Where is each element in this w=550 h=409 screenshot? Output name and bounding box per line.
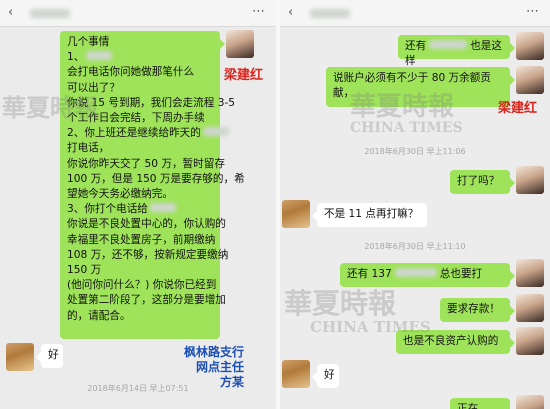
message-bubble-7[interactable]: 也是不良资产认购的 [396, 330, 515, 354]
receiver-avatar[interactable] [6, 343, 34, 371]
message-line: 打电话， [67, 142, 110, 155]
sender-avatar[interactable] [516, 294, 544, 322]
branch-label-line: 枫林路支行 [184, 345, 245, 359]
reply-bubble[interactable]: 好 [36, 344, 63, 368]
message-line: 个工作日会完结，下周办手续 [67, 112, 205, 125]
message-bubble-8[interactable]: 好 [312, 364, 339, 388]
message-bubble-3[interactable]: 打了吗？ [450, 170, 515, 194]
contact-name-redacted [30, 9, 70, 18]
sender-avatar[interactable] [516, 32, 544, 60]
name-label: 梁建红 [224, 68, 264, 83]
sender-avatar[interactable] [226, 30, 254, 58]
watermark-en: CHINA TIMES [350, 120, 463, 136]
message-text-3: 打了吗？ [457, 175, 500, 187]
contact-name-redacted [310, 9, 350, 18]
name-label: 梁建红 [498, 101, 538, 116]
message-line: 150 万 [67, 264, 102, 277]
message-bubble-2[interactable]: 说账户必须有不少于 80 万余额贡献， [326, 67, 515, 107]
chat-panel-right: ‹ ⋯ 还有 也是这样 说账户必须有不少于 80 万余额贡献， 梁建红 2018年… [280, 0, 550, 409]
message-line: 你说你昨天交了 50 万，暂时留存 [67, 157, 225, 170]
sender-avatar[interactable] [516, 166, 544, 194]
message-text-4: 不是 11 点再打嘛？ [324, 208, 419, 220]
sender-avatar[interactable] [516, 327, 544, 355]
message-line: 望她今天务必缴纳完。 [67, 188, 173, 201]
message-bubble-5[interactable]: 还有 137 总也要打 [340, 263, 515, 287]
message-bubble-9[interactable]: 正在 [450, 398, 510, 409]
watermark-cn-2: 華夏時報 [284, 287, 397, 320]
redacted-text [429, 40, 468, 49]
message-line: 1、 [67, 50, 213, 65]
branch-label-line: 网点主任 [196, 360, 245, 374]
message-line: 会打电话你问她做那笔什么 [67, 66, 195, 79]
message-text-7: 也是不良资产认购的 [403, 335, 499, 347]
redacted-text [394, 268, 437, 277]
sender-avatar[interactable] [516, 66, 544, 94]
message-line: 2、你上班还是继续给昨天的 [67, 126, 229, 141]
message-text-8: 好 [324, 369, 335, 381]
message-line: 你说是不良处置中心的，你认购的 [67, 218, 226, 231]
message-line: 你说 15 号到期，我们会走流程 3-5 [67, 96, 236, 109]
timestamp-2: 2018年6月30日 早上11:10 [364, 242, 466, 251]
more-icon[interactable]: ⋯ [252, 4, 265, 19]
message-bubble-6[interactable]: 要求存款！ [440, 298, 515, 322]
message-line: (他问你问什么？) 你说你已经到 [67, 279, 217, 292]
message-bubble-1[interactable]: 还有 也是这样 [398, 35, 515, 67]
more-icon[interactable]: ⋯ [526, 4, 539, 19]
back-icon[interactable]: ‹ [8, 5, 13, 20]
message-text-5-suffix: 总也要打 [439, 268, 483, 280]
message-line: 幸福里不良处置房子，前期缴纳 [67, 233, 216, 246]
message-bubble-4[interactable]: 不是 11 点再打嘛？ [312, 203, 427, 227]
back-icon[interactable]: ‹ [288, 5, 293, 20]
redacted-text [86, 51, 113, 61]
timestamp-1: 2018年6月30日 早上11:06 [364, 147, 466, 156]
receiver-avatar[interactable] [282, 360, 310, 388]
receiver-avatar[interactable] [282, 200, 310, 228]
message-text-9: 正在 [457, 403, 479, 409]
message-line: 的，请配合。 [67, 309, 131, 322]
message-text-1: 还有 [405, 40, 427, 52]
message-text-6: 要求存款！ [447, 303, 500, 315]
sender-avatar[interactable] [516, 395, 544, 409]
redacted-text [202, 127, 229, 137]
message-main-text: 几个事情 1、 会打电话你问她做那笔什么 可以出了？ 你说 15 号到期，我们会走流程 … [67, 35, 245, 324]
message-text-5: 还有 137 [347, 268, 392, 280]
timestamp: 2018年6月14日 早上07:51 [87, 384, 189, 393]
message-line: 处置第二阶段了，这部分是要增加 [67, 294, 226, 307]
reply-text: 好 [48, 349, 59, 361]
sender-avatar[interactable] [516, 259, 544, 287]
message-line: 3、你打个电话给 [67, 202, 213, 217]
message-line: 几个事情 [67, 36, 110, 48]
message-line: 可以出了？ [67, 81, 120, 94]
message-line: 108 万，还不够，按新规定要缴纳 [67, 248, 229, 261]
chat-header-left: ‹ ⋯ [0, 0, 276, 27]
message-text-2: 说账户必须有不少于 80 万余额贡献， [333, 72, 491, 100]
message-line: 100 万，但是 150 万是要存够的，希 [67, 172, 245, 185]
redacted-text [149, 203, 176, 213]
chat-panel-left: ‹ ⋯ 几个事情 1、 会打电话你问她做那笔什么 可以出了？ 你说 15 号到期，我们会… [0, 0, 276, 409]
chat-header-right: ‹ ⋯ [280, 0, 550, 27]
message-bubble-main[interactable]: 几个事情 1、 会打电话你问她做那笔什么 可以出了？ 你说 15 号到期，我们会走流程 … [60, 31, 245, 339]
